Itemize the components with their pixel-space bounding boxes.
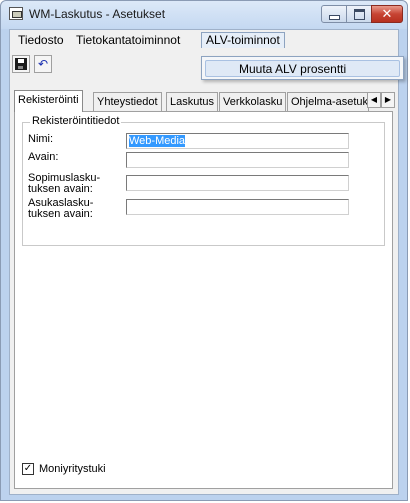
menu-tiedosto[interactable]: Tiedosto — [14, 32, 68, 48]
multicompany-checkbox[interactable]: ✓ — [22, 463, 34, 475]
window-title: WM-Laskutus - Asetukset — [29, 7, 166, 21]
tab-yhteystiedot[interactable]: Yhteystiedot — [93, 92, 162, 111]
registration-group: Rekisteröintitiedot Nimi: Web-Media Avai… — [22, 115, 385, 246]
menu-bar: Tiedosto Tietokantatoiminnot ALV-toiminn… — [10, 30, 398, 51]
settings-window: WM-Laskutus - Asetukset ✕ Tiedosto Tieto… — [0, 0, 408, 501]
undo-icon: ↶ — [37, 57, 49, 71]
tab-scroll-left-button[interactable]: ◀ — [367, 92, 381, 108]
undo-button[interactable]: ↶ — [34, 55, 52, 73]
save-icon — [15, 58, 27, 70]
close-icon: ✕ — [381, 6, 393, 22]
settings-panel: Rekisteröinti Yhteystiedot Laskutus Verk… — [10, 74, 398, 494]
check-icon: ✓ — [23, 463, 33, 474]
minimize-button[interactable] — [321, 5, 347, 23]
maximize-button[interactable] — [346, 5, 372, 23]
registration-group-title: Rekisteröintitiedot — [30, 115, 122, 127]
contract-key-label-line2: tuksen avain: — [28, 183, 93, 195]
name-label: Nimi: — [28, 133, 54, 145]
alv-dropdown-menu: Muuta ALV prosentti — [201, 56, 404, 80]
customer-key-label-line2: tuksen avain: — [28, 208, 93, 220]
maximize-icon — [353, 8, 365, 20]
customer-key-field[interactable] — [126, 199, 349, 215]
arrow-left-icon: ◀ — [370, 95, 378, 104]
tab-scroll-right-button[interactable]: ▶ — [381, 92, 395, 108]
key-field[interactable] — [126, 152, 349, 168]
tab-laskutus[interactable]: Laskutus — [166, 92, 219, 111]
close-button[interactable]: ✕ — [371, 5, 403, 23]
tab-verkkolasku[interactable]: Verkkolasku — [219, 92, 287, 111]
tab-strip: Rekisteröinti Yhteystiedot Laskutus Verk… — [14, 90, 395, 112]
tab-content-rekisterointi: Rekisteröintitiedot Nimi: Web-Media Avai… — [14, 111, 393, 489]
multicompany-label: Moniyritystuki — [39, 463, 106, 475]
tab-ohjelma-asetukset[interactable]: Ohjelma-asetuk — [287, 92, 369, 111]
menu-alv-toiminnot[interactable]: ALV-toiminnot — [201, 32, 285, 48]
menu-item-muuta-alv-prosentti[interactable]: Muuta ALV prosentti — [205, 60, 400, 77]
name-field[interactable]: Web-Media — [126, 133, 349, 149]
app-icon — [9, 7, 23, 20]
name-value: Web-Media — [129, 135, 186, 147]
arrow-right-icon: ▶ — [384, 95, 392, 104]
menu-tietokantatoiminnot[interactable]: Tietokantatoiminnot — [72, 32, 184, 48]
minimize-icon — [328, 14, 340, 20]
window-client: Tiedosto Tietokantatoiminnot ALV-toiminn… — [9, 29, 404, 495]
contract-key-field[interactable] — [126, 175, 349, 191]
title-bar[interactable]: WM-Laskutus - Asetukset ✕ — [1, 1, 407, 29]
key-label: Avain: — [28, 151, 59, 163]
tab-rekisterointi[interactable]: Rekisteröinti — [14, 90, 83, 112]
save-button[interactable] — [12, 55, 30, 73]
